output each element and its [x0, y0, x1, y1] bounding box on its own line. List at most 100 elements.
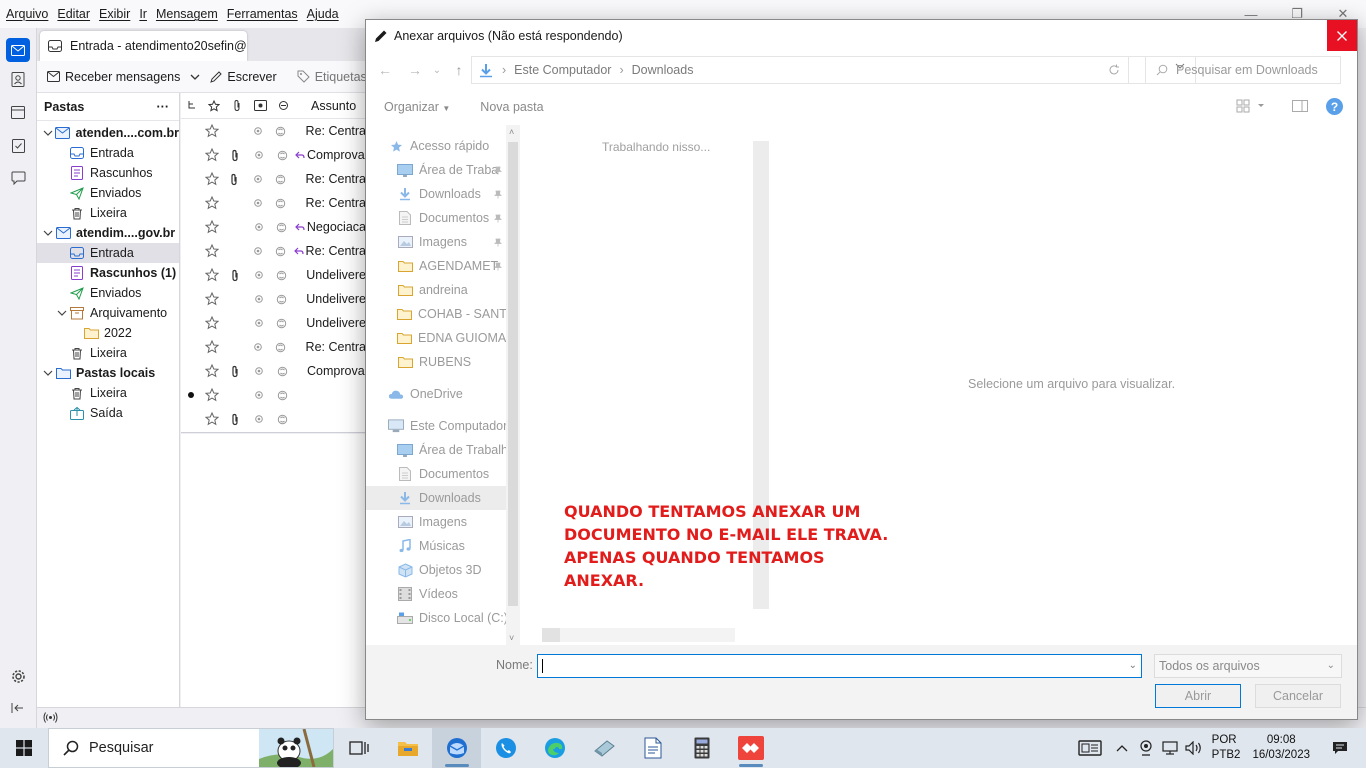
folder-row[interactable]: Arquivamento: [37, 303, 179, 323]
chevron-down-icon[interactable]: [41, 370, 55, 376]
file-name-input[interactable]: ⌄: [537, 654, 1142, 678]
file-explorer-icon[interactable]: [383, 728, 432, 768]
read-status-column-icon[interactable]: [271, 100, 295, 111]
nav-item[interactable]: EDNA GUIOMAR: [366, 326, 506, 350]
folder-row[interactable]: Pastas locais: [37, 363, 179, 383]
star-icon[interactable]: [201, 292, 223, 306]
nav-item[interactable]: Disco Local (C:): [366, 606, 506, 630]
nav-item[interactable]: Acesso rápido: [366, 134, 506, 158]
chevron-down-icon[interactable]: [55, 310, 69, 316]
junk-status-icon[interactable]: [246, 127, 270, 135]
word-document-icon[interactable]: [628, 728, 677, 768]
message-row[interactable]: Re: Centra: [181, 335, 366, 359]
star-icon[interactable]: [201, 172, 223, 186]
junk-column-icon[interactable]: [249, 100, 271, 111]
message-row[interactable]: Re: Centra: [181, 167, 366, 191]
star-icon[interactable]: [201, 124, 223, 138]
message-row[interactable]: Undelivere: [181, 311, 366, 335]
phone-app-icon[interactable]: [481, 728, 530, 768]
junk-status-icon[interactable]: [246, 175, 270, 183]
junk-status-icon[interactable]: [247, 415, 271, 423]
nav-item[interactable]: Documentos: [366, 462, 506, 486]
online-status-icon[interactable]: [43, 711, 58, 724]
get-messages-button[interactable]: Receber mensagens: [47, 70, 180, 84]
star-icon[interactable]: [201, 268, 223, 282]
news-widget-icon[interactable]: [1070, 740, 1110, 756]
anydesk-icon[interactable]: [726, 728, 775, 768]
file-type-select[interactable]: Todos os arquivos ⌄: [1154, 654, 1342, 678]
folder-row[interactable]: Lixeira: [37, 383, 179, 403]
junk-status-icon[interactable]: [247, 295, 271, 303]
message-row[interactable]: [181, 383, 366, 407]
folder-row[interactable]: Entrada: [37, 143, 179, 163]
webcam-icon[interactable]: [1134, 740, 1158, 756]
junk-status-icon[interactable]: [247, 319, 271, 327]
folder-row[interactable]: atenden....com.br: [37, 123, 179, 143]
tasks-icon[interactable]: [9, 136, 27, 154]
menu-exibir[interactable]: Exibir: [99, 7, 130, 21]
thunderbird-taskbar-icon[interactable]: [432, 728, 481, 768]
read-status-icon[interactable]: [271, 366, 293, 377]
breadcrumb-downloads[interactable]: Downloads: [632, 63, 694, 77]
nav-item[interactable]: Objetos 3D: [366, 558, 506, 582]
folder-row[interactable]: Lixeira: [37, 343, 179, 363]
read-status-icon[interactable]: [271, 414, 293, 425]
junk-status-icon[interactable]: [246, 199, 270, 207]
junk-status-icon[interactable]: [247, 367, 271, 375]
folder-row[interactable]: Saída: [37, 403, 179, 423]
settings-icon[interactable]: [9, 667, 27, 685]
read-status-icon[interactable]: [271, 390, 293, 401]
star-icon[interactable]: [201, 316, 223, 330]
nav-item[interactable]: Imagens: [366, 510, 506, 534]
folder-row[interactable]: Rascunhos: [37, 163, 179, 183]
folder-row[interactable]: 2022: [37, 323, 179, 343]
nav-item[interactable]: andreina: [366, 278, 506, 302]
read-status-icon[interactable]: [270, 270, 292, 281]
mail-space-icon[interactable]: [6, 38, 30, 62]
open-button[interactable]: Abrir: [1155, 684, 1241, 708]
breadcrumb-this-pc[interactable]: Este Computador: [514, 63, 611, 77]
folder-row[interactable]: Lixeira: [37, 203, 179, 223]
cancel-button[interactable]: Cancelar: [1255, 684, 1341, 708]
message-row[interactable]: Negociaca: [181, 215, 366, 239]
read-status-icon[interactable]: [270, 246, 292, 257]
menu-ir[interactable]: Ir: [139, 7, 147, 21]
read-status-icon[interactable]: [271, 150, 293, 161]
message-row[interactable]: Re: Centra: [181, 239, 366, 263]
calendar-icon[interactable]: [9, 103, 27, 121]
collapse-spaces-icon[interactable]: [9, 699, 27, 717]
star-icon[interactable]: [201, 388, 223, 402]
tags-button[interactable]: Etiquetas: [297, 70, 367, 84]
star-icon[interactable]: [201, 196, 223, 210]
junk-status-icon[interactable]: [246, 343, 270, 351]
get-messages-dropdown[interactable]: [190, 74, 200, 80]
nav-item[interactable]: AGENDAMET: [366, 254, 506, 278]
task-view-icon[interactable]: [334, 728, 383, 768]
notifications-icon[interactable]: [1324, 741, 1356, 755]
view-options-icon[interactable]: [1236, 99, 1266, 113]
menu-ferramentas[interactable]: Ferramentas: [227, 7, 298, 21]
nav-item[interactable]: Downloads: [366, 486, 506, 510]
star-icon[interactable]: [201, 340, 223, 354]
organize-button[interactable]: Organizar ▼: [384, 100, 450, 114]
horizontal-scroll-thumb[interactable]: [542, 628, 560, 642]
message-row[interactable]: Re: Centra: [181, 191, 366, 215]
thread-column-icon[interactable]: [181, 100, 203, 112]
navigation-scroll-thumb[interactable]: [508, 142, 518, 606]
read-status-icon[interactable]: [270, 126, 292, 137]
star-icon[interactable]: [201, 412, 223, 426]
preview-pane-icon[interactable]: [1292, 100, 1308, 112]
recent-locations-chevron-icon[interactable]: ⌄: [430, 65, 444, 76]
menu-mensagem[interactable]: Mensagem: [156, 7, 218, 21]
help-icon[interactable]: ?: [1326, 98, 1343, 115]
menu-ajuda[interactable]: Ajuda: [307, 7, 339, 21]
menu-arquivo[interactable]: Arquivo: [6, 7, 48, 21]
star-icon[interactable]: [201, 244, 223, 258]
read-status-icon[interactable]: [271, 222, 293, 233]
taskbar-search-box[interactable]: Pesquisar: [48, 728, 334, 768]
nav-item[interactable]: RUBENS: [366, 350, 506, 374]
scroll-down-icon[interactable]: ˅: [509, 633, 514, 643]
chevron-down-icon[interactable]: [41, 230, 55, 236]
nav-item[interactable]: Documentos: [366, 206, 506, 230]
chevron-down-icon[interactable]: [41, 130, 55, 136]
